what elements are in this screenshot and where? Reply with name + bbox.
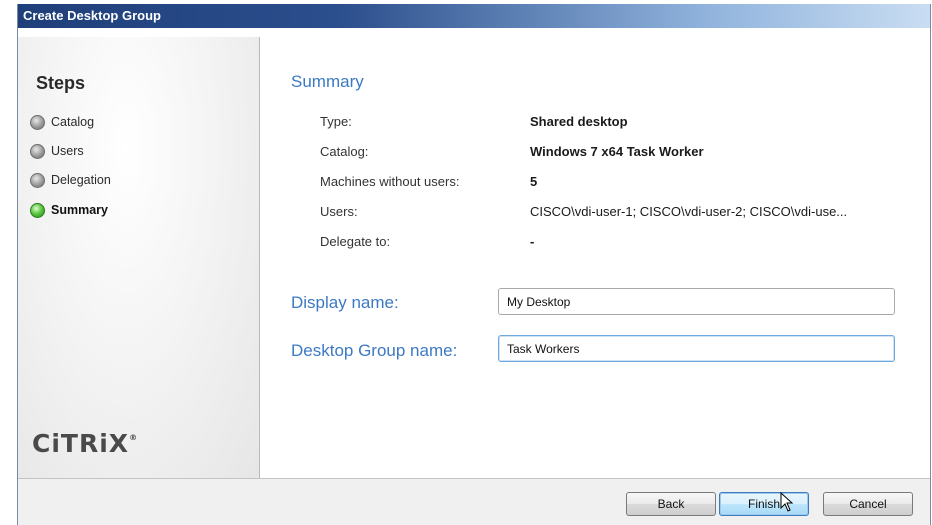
mouse-pointer-icon: [780, 492, 794, 512]
cancel-button[interactable]: Cancel: [823, 492, 913, 516]
step-label: Users: [51, 144, 84, 158]
summary-value: CISCO\vdi-user-1; CISCO\vdi-user-2; CISC…: [530, 204, 848, 219]
create-desktop-group-dialog: Create Desktop Group Steps Catalog Users…: [17, 4, 931, 525]
dialog-title: Create Desktop Group: [18, 4, 930, 28]
display-name-field[interactable]: [498, 288, 895, 315]
logo-text: CiTRiX: [32, 429, 130, 458]
summary-panel: Summary Type: Shared desktop Catalog: Wi…: [261, 37, 930, 478]
step-active-icon: [30, 202, 45, 218]
step-catalog[interactable]: Catalog: [30, 113, 94, 131]
summary-value: -: [530, 234, 535, 249]
summary-heading: Summary: [291, 72, 364, 91]
summary-value: Windows 7 x64 Task Worker: [530, 144, 704, 159]
step-status-icon: [30, 143, 45, 159]
logo-trademark: ®: [129, 433, 139, 442]
summary-key: Type:: [320, 114, 352, 129]
step-status-icon: [30, 172, 45, 188]
step-users[interactable]: Users: [30, 142, 84, 160]
summary-value: 5: [530, 174, 538, 189]
display-name-label: Display name:: [291, 293, 399, 312]
summary-key: Catalog:: [320, 144, 369, 159]
desktop-group-name-label: Desktop Group name:: [291, 341, 458, 360]
step-summary[interactable]: Summary: [30, 201, 108, 219]
finish-button[interactable]: Finish: [719, 492, 809, 516]
summary-key: Delegate to:: [320, 234, 391, 249]
step-label: Summary: [51, 203, 108, 217]
title-divider: [18, 28, 930, 37]
summary-key: Users:: [320, 204, 358, 219]
summary-key: Machines without users:: [320, 174, 460, 189]
step-label: Catalog: [51, 115, 95, 129]
citrix-logo: CiTRiX®: [32, 429, 138, 458]
desktop-group-name-field[interactable]: [498, 335, 895, 362]
steps-heading: Steps: [36, 73, 86, 93]
steps-sidebar: Steps Catalog Users Delegation Summary C…: [18, 37, 260, 478]
step-label: Delegation: [51, 173, 111, 187]
step-delegation[interactable]: Delegation: [30, 171, 111, 189]
back-button[interactable]: Back: [626, 492, 716, 516]
step-status-icon: [30, 114, 45, 130]
summary-value: Shared desktop: [530, 114, 628, 129]
